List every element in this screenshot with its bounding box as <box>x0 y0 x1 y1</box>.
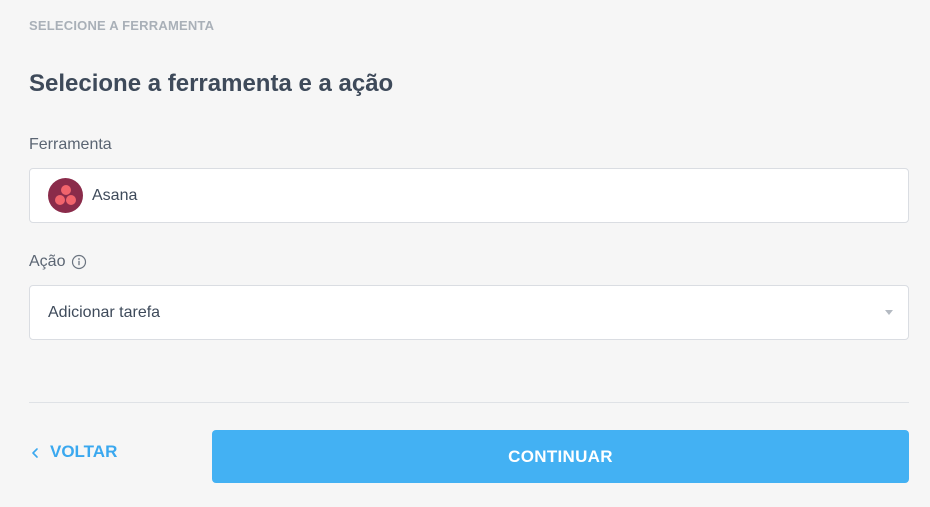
tool-label-text: Ferramenta <box>29 136 112 153</box>
info-icon[interactable] <box>71 254 87 270</box>
step-eyebrow: SELECIONE A FERRAMENTA <box>29 18 215 33</box>
chevron-down-icon <box>885 310 893 315</box>
tool-label: Ferramenta <box>29 136 112 154</box>
select-tool-step: SELECIONE A FERRAMENTA Selecione a ferra… <box>0 0 930 507</box>
action-label: Ação <box>29 253 87 271</box>
back-button[interactable]: VOLTAR <box>29 442 117 462</box>
footer-divider <box>29 402 909 403</box>
action-select[interactable]: Adicionar tarefa <box>29 285 909 340</box>
page-title: Selecione a ferramenta e a ação <box>29 70 394 97</box>
chevron-left-icon <box>29 445 41 459</box>
continue-button[interactable]: CONTINUAR <box>212 430 909 483</box>
asana-logo-icon <box>48 178 83 213</box>
tool-select[interactable]: Asana <box>29 168 909 223</box>
back-button-label: VOLTAR <box>50 442 118 461</box>
action-label-text: Ação <box>29 253 66 270</box>
action-select-value: Adicionar tarefa <box>48 303 161 321</box>
tool-select-value: Asana <box>92 186 138 204</box>
